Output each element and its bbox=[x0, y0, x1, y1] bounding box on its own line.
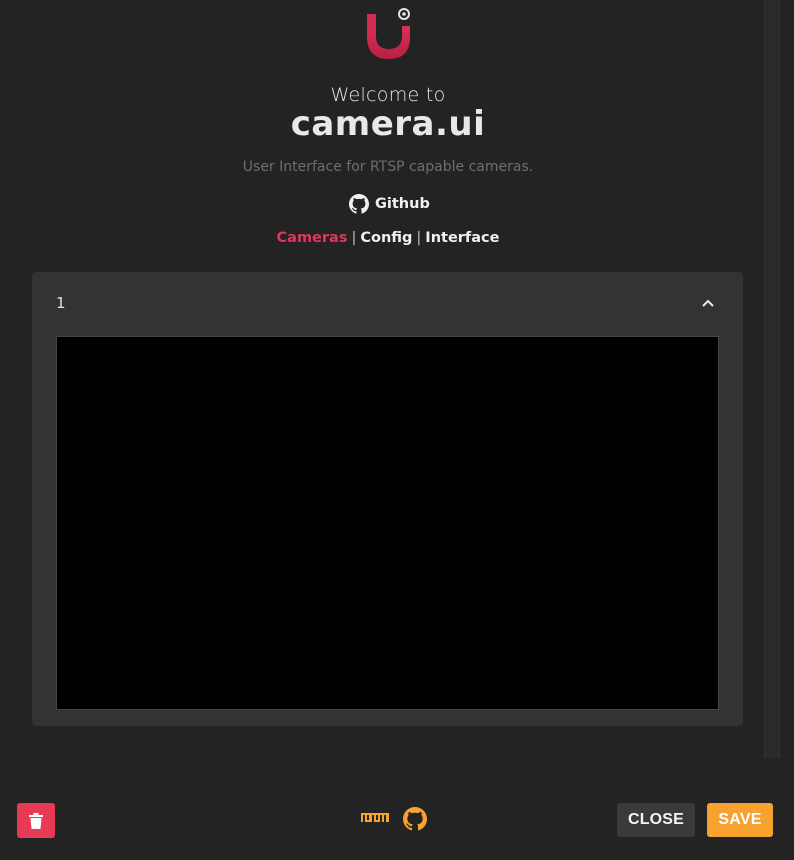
camera-ui-logo bbox=[367, 8, 410, 59]
camera-panel: 1 bbox=[32, 272, 743, 726]
npm-icon[interactable] bbox=[361, 813, 389, 825]
tagline: User Interface for RTSP capable cameras. bbox=[242, 159, 534, 175]
delete-button[interactable] bbox=[17, 803, 55, 838]
nav-separator: | bbox=[416, 230, 422, 246]
chevron-up-icon[interactable] bbox=[701, 296, 715, 310]
github-label: Github bbox=[375, 196, 430, 212]
config-page: Welcome to camera.ui User Interface for … bbox=[0, 0, 794, 860]
trash-icon bbox=[29, 812, 43, 829]
brand-title: camera.ui bbox=[290, 104, 486, 144]
nav-cameras[interactable]: Cameras bbox=[277, 230, 348, 246]
camera-video-preview bbox=[56, 336, 719, 710]
nav-separator: | bbox=[351, 230, 357, 246]
section-nav: Cameras | Config | Interface bbox=[0, 230, 776, 246]
github-icon[interactable] bbox=[403, 807, 427, 831]
welcome-text: Welcome to bbox=[330, 84, 446, 106]
nav-interface[interactable]: Interface bbox=[425, 230, 499, 246]
camera-panel-header[interactable]: 1 bbox=[32, 272, 743, 336]
save-button[interactable]: SAVE bbox=[707, 803, 773, 837]
github-icon bbox=[349, 194, 369, 214]
close-button[interactable]: CLOSE bbox=[617, 803, 695, 837]
nav-config[interactable]: Config bbox=[360, 230, 412, 246]
camera-panel-title: 1 bbox=[56, 294, 66, 312]
footer-links bbox=[361, 806, 427, 832]
github-link[interactable]: Github bbox=[349, 193, 430, 215]
